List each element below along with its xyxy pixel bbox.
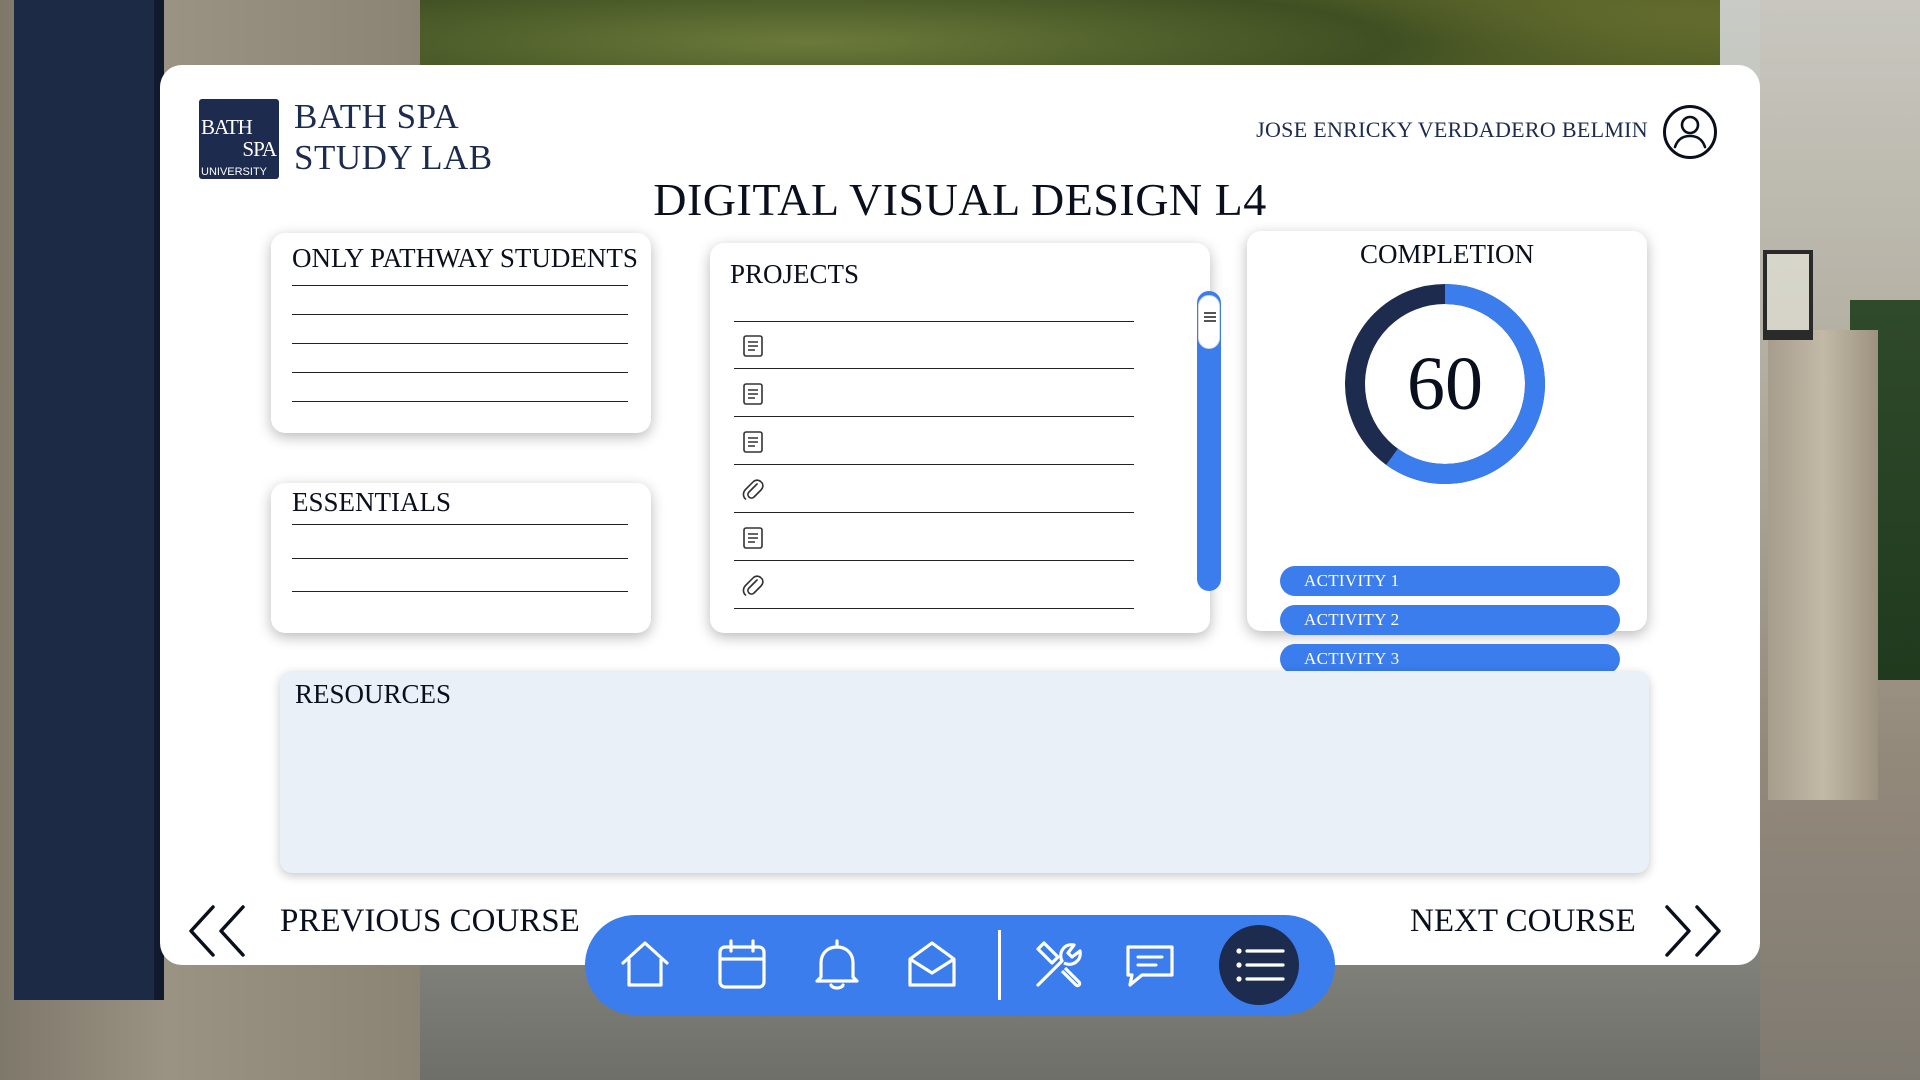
pathway-students-card: ONLY PATHWAY STUDENTS (271, 233, 651, 433)
previous-chevrons-icon[interactable] (185, 903, 255, 959)
tools-icon (1036, 941, 1082, 988)
background-lamp (1763, 250, 1813, 340)
document-icon (743, 335, 763, 357)
document-icon (743, 431, 763, 453)
calendar-icon (718, 939, 766, 989)
activity-1-button[interactable]: ACTIVITY 1 (1280, 566, 1620, 596)
paperclip-icon (742, 479, 764, 500)
home-icon (621, 941, 669, 987)
home-button[interactable] (615, 935, 675, 995)
notifications-button[interactable] (807, 935, 867, 995)
next-chevrons-icon[interactable] (1655, 903, 1725, 959)
menu-icon (1236, 948, 1285, 982)
brand-name: BATH SPA STUDY LAB (294, 97, 493, 177)
calendar-button[interactable] (712, 935, 772, 995)
mail-icon (908, 941, 956, 987)
course-title: DIGITAL VISUAL DESIGN L4 (653, 174, 1267, 225)
activity-3-button[interactable]: ACTIVITY 3 (1280, 644, 1620, 674)
dashboard-panel: BATH SPA UNIVERSITY BATH SPA STUDY LAB J… (160, 65, 1760, 965)
project-item[interactable] (734, 561, 1134, 609)
project-item[interactable] (734, 417, 1134, 465)
previous-course-button[interactable]: PREVIOUS COURSE (280, 903, 580, 940)
paperclip-icon (742, 575, 764, 596)
divider (292, 558, 628, 559)
resources-panel: RESOURCES (280, 671, 1649, 873)
background-sign-board (14, 0, 164, 1000)
document-icon (743, 383, 763, 405)
chat-icon (1126, 945, 1174, 987)
project-item[interactable] (734, 465, 1134, 513)
activity-2-button[interactable]: ACTIVITY 2 (1280, 605, 1620, 635)
completion-value: 60 (1407, 342, 1483, 426)
completion-card: COMPLETION 60 ACTIVITY 1 ACTIVITY 2 ACTI… (1247, 231, 1647, 674)
messages-button[interactable] (902, 935, 962, 995)
next-course-button[interactable]: NEXT COURSE (1410, 903, 1636, 940)
university-logo[interactable]: BATH SPA UNIVERSITY (199, 99, 279, 179)
divider (292, 314, 628, 315)
bottom-dock (585, 915, 1335, 1015)
document-icon (743, 527, 763, 549)
project-item[interactable] (734, 321, 1134, 369)
chat-button[interactable] (1120, 935, 1180, 995)
user-avatar-button[interactable] (1663, 105, 1717, 159)
bell-icon (815, 939, 859, 990)
completion-title: COMPLETION (1360, 239, 1534, 269)
user-avatar-icon (1673, 115, 1707, 149)
divider (292, 343, 628, 344)
user-name: JOSE ENRICKY VERDADERO BELMIN (1256, 117, 1648, 142)
divider (292, 285, 628, 286)
menu-button[interactable] (1219, 925, 1299, 1005)
dock-divider (998, 930, 1001, 1000)
divider (292, 372, 628, 373)
pathway-students-title: ONLY PATHWAY STUDENTS (292, 243, 638, 273)
tools-button[interactable] (1028, 935, 1088, 995)
divider (292, 401, 628, 402)
project-item[interactable] (734, 369, 1134, 417)
scrollbar-thumb[interactable] (1198, 295, 1220, 349)
essentials-title: ESSENTIALS (292, 487, 452, 517)
resources-title: RESOURCES (295, 679, 452, 709)
background-gate-pillar (1768, 330, 1878, 800)
project-item[interactable] (734, 513, 1134, 561)
projects-card: PROJECTS (710, 243, 1221, 633)
essentials-card: ESSENTIALS (271, 483, 651, 633)
logo-text-line2: SPA (242, 137, 277, 161)
projects-scrollbar[interactable] (1197, 291, 1221, 591)
divider (292, 524, 628, 525)
projects-title: PROJECTS (730, 259, 860, 289)
divider (292, 591, 628, 592)
